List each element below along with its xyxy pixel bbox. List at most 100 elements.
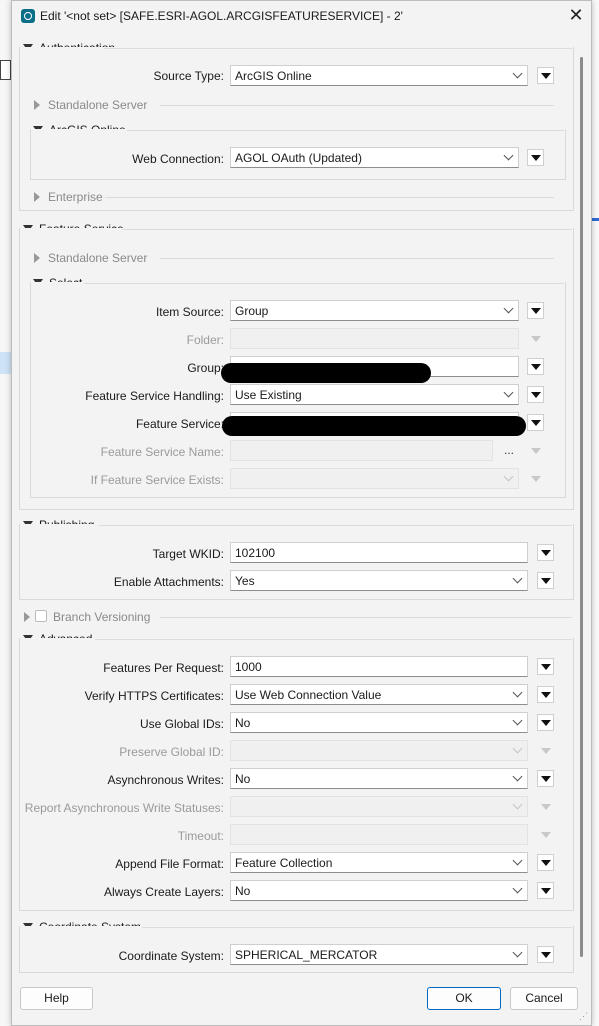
chevron-down-icon — [512, 771, 523, 782]
chevron-down-icon — [512, 687, 523, 698]
chevron-down-icon — [503, 471, 514, 482]
coordinate-system-menu-button[interactable] — [537, 946, 554, 963]
timeout-menu-button — [537, 826, 554, 843]
group-menu-button[interactable] — [527, 358, 544, 375]
feature-service-handling-dropdown[interactable]: Use Existing — [230, 384, 519, 405]
ok-button[interactable]: OK — [427, 987, 501, 1010]
features-per-request-menu-button[interactable] — [537, 658, 554, 675]
source-type-value: ArcGIS Online — [235, 69, 312, 83]
enterprise-section[interactable]: Enterprise — [34, 190, 103, 204]
coordinate-system-label: Coordinate System: — [118, 949, 224, 963]
enable-attachments-value: Yes — [235, 574, 255, 588]
target-wkid-input[interactable]: 102100 — [230, 542, 528, 563]
expand-icon — [34, 191, 40, 202]
append-file-format-dropdown[interactable]: Feature Collection — [230, 852, 528, 873]
preserve-global-id-menu-button — [537, 742, 554, 759]
enable-attachments-dropdown[interactable]: Yes — [230, 570, 528, 591]
standalone-server-section[interactable]: Standalone Server — [34, 98, 147, 112]
asynchronous-writes-menu-button[interactable] — [537, 770, 554, 787]
feature-service-name-menu-button — [527, 442, 544, 459]
redaction-bar — [222, 416, 526, 436]
use-global-ids-menu-button[interactable] — [537, 714, 554, 731]
coordinate-system-dropdown[interactable]: SPHERICAL_MERCATOR — [230, 944, 528, 965]
preserve-global-id-dropdown — [230, 740, 528, 761]
item-source-dropdown[interactable]: Group — [230, 300, 519, 321]
web-connection-dropdown[interactable]: AGOL OAuth (Updated) — [230, 147, 519, 168]
window-title: Edit '<not set> [SAFE.ESRI-AGOL.ARCGISFE… — [40, 9, 403, 23]
chevron-down-icon — [512, 743, 523, 754]
fs-standalone-server-label: Standalone Server — [48, 251, 148, 265]
always-create-layers-menu-button[interactable] — [537, 882, 554, 899]
features-per-request-input[interactable]: 1000 — [230, 656, 528, 677]
verify-https-menu-button[interactable] — [537, 686, 554, 703]
verify-https-value: Use Web Connection Value — [235, 688, 382, 702]
chevron-down-icon — [503, 150, 514, 161]
edit-dialog: Edit '<not set> [SAFE.ESRI-AGOL.ARCGISFE… — [11, 0, 592, 1026]
use-global-ids-dropdown[interactable]: No — [230, 712, 528, 733]
cancel-button[interactable]: Cancel — [510, 987, 578, 1010]
item-source-menu-button[interactable] — [527, 302, 544, 319]
expand-icon — [24, 611, 30, 622]
divider — [160, 105, 554, 106]
feature-service-name-field — [230, 440, 493, 461]
chevron-down-icon — [512, 855, 523, 866]
asynchronous-writes-value: No — [235, 772, 251, 786]
preserve-global-id-label: Preserve Global ID: — [119, 745, 224, 759]
feature-service-menu-button[interactable] — [527, 414, 544, 431]
expand-icon — [34, 99, 40, 110]
append-file-format-value: Feature Collection — [235, 856, 333, 870]
group-label: Group: — [187, 361, 224, 375]
vertical-scrollbar[interactable] — [578, 45, 586, 970]
item-source-value: Group — [235, 304, 269, 318]
close-icon[interactable]: ✕ — [565, 4, 587, 26]
source-type-menu-button[interactable] — [537, 67, 554, 84]
source-type-dropdown[interactable]: ArcGIS Online — [230, 65, 528, 86]
divider — [105, 197, 554, 198]
target-wkid-label: Target WKID: — [152, 547, 224, 561]
resize-grip-icon[interactable]: ⋰ — [579, 1011, 589, 1021]
append-file-format-menu-button[interactable] — [537, 854, 554, 871]
fs-standalone-server-section[interactable]: Standalone Server — [34, 251, 147, 265]
append-file-format-label: Append File Format: — [115, 857, 224, 871]
help-button[interactable]: Help — [20, 987, 93, 1010]
feature-service-handling-value: Use Existing — [235, 388, 302, 402]
background-left-strip — [0, 0, 11, 1026]
features-per-request-value: 1000 — [235, 660, 262, 674]
folder-menu-button — [527, 330, 544, 347]
target-wkid-menu-button[interactable] — [537, 544, 554, 561]
if-feature-service-exists-menu-button — [527, 470, 544, 487]
chevron-down-icon — [512, 883, 523, 894]
enable-attachments-label: Enable Attachments: — [113, 575, 224, 589]
use-global-ids-value: No — [235, 716, 251, 730]
features-per-request-label: Features Per Request: — [103, 661, 224, 675]
background-selected-row — [0, 352, 11, 374]
coordinate-system-value: SPHERICAL_MERCATOR — [235, 948, 378, 962]
branch-versioning-checkbox[interactable] — [35, 610, 47, 622]
verify-https-label: Verify HTTPS Certificates: — [84, 689, 224, 703]
divider — [95, 639, 572, 640]
feature-service-name-label: Feature Service Name: — [100, 445, 224, 459]
branch-versioning-label: Branch Versioning — [53, 610, 151, 624]
chevron-down-icon — [512, 947, 523, 958]
if-feature-service-exists-dropdown — [230, 468, 519, 489]
always-create-layers-dropdown[interactable]: No — [230, 880, 528, 901]
divider — [122, 229, 572, 230]
asynchronous-writes-dropdown[interactable]: No — [230, 768, 528, 789]
asynchronous-writes-label: Asynchronous Writes: — [107, 773, 225, 787]
target-wkid-value: 102100 — [235, 546, 276, 560]
enterprise-label: Enterprise — [48, 190, 103, 204]
always-create-layers-label: Always Create Layers: — [103, 885, 224, 899]
enable-attachments-menu-button[interactable] — [537, 572, 554, 589]
scrollbar-thumb[interactable] — [580, 57, 583, 957]
timeout-input — [230, 824, 528, 845]
verify-https-dropdown[interactable]: Use Web Connection Value — [230, 684, 528, 705]
divider — [160, 258, 554, 259]
feature-service-handling-menu-button[interactable] — [527, 386, 544, 403]
feature-service-handling-label: Feature Service Handling: — [85, 389, 224, 403]
folder-label: Folder: — [186, 333, 224, 347]
report-async-dropdown — [230, 796, 528, 817]
web-connection-menu-button[interactable] — [527, 149, 544, 166]
title-bar: Edit '<not set> [SAFE.ESRI-AGOL.ARCGISFE… — [12, 1, 591, 32]
web-connection-label: Web Connection: — [132, 152, 224, 166]
divider — [127, 130, 564, 131]
